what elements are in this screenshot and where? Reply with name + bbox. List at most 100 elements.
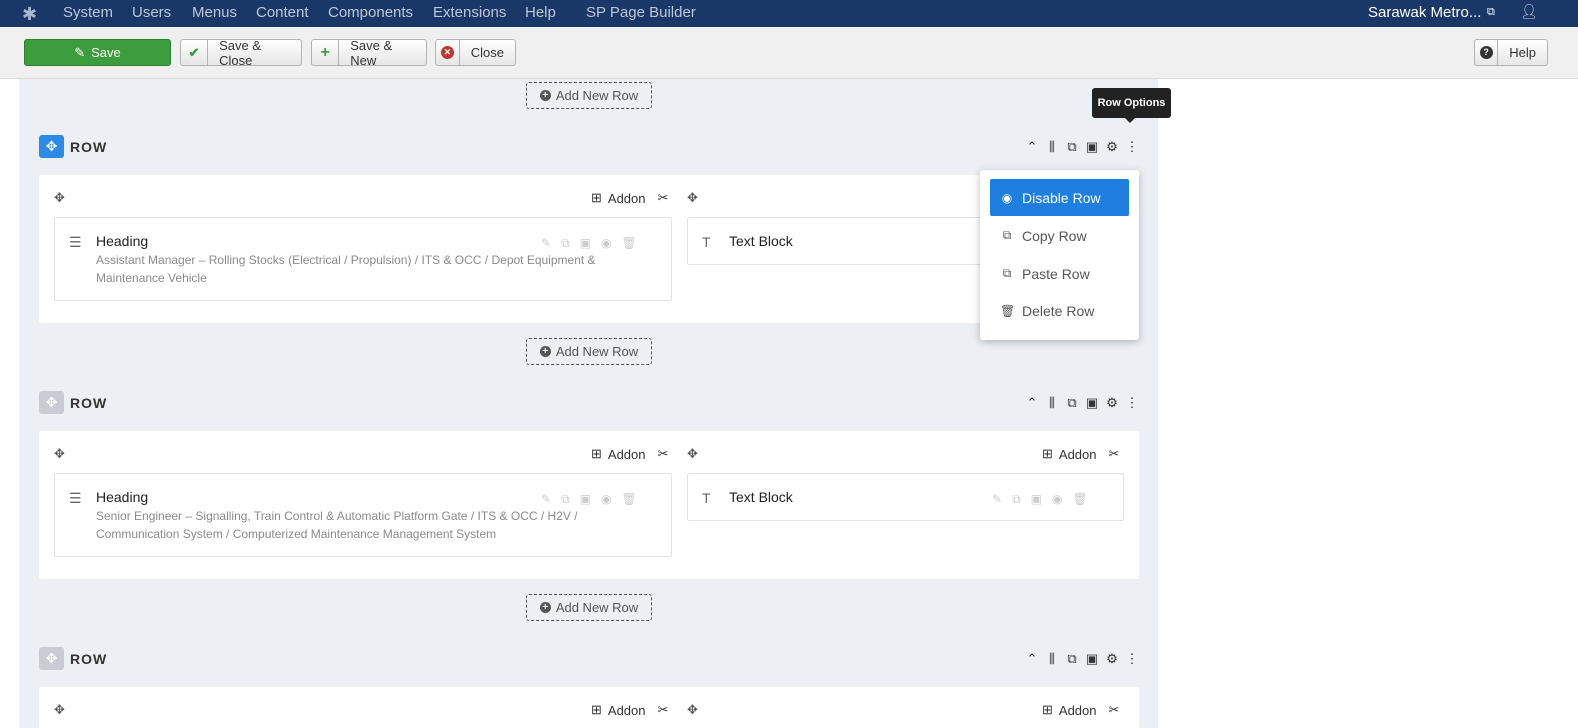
move-icon[interactable]: ✥ bbox=[39, 391, 64, 414]
tools-icon[interactable]: ✂ bbox=[658, 702, 669, 718]
save-icon[interactable]: ▣ bbox=[1085, 395, 1099, 411]
gear-icon[interactable]: ⚙ bbox=[1105, 395, 1119, 411]
paste-row-item[interactable]: ⧉ Paste Row bbox=[990, 255, 1129, 292]
copy-icon[interactable]: ⧉ bbox=[1065, 395, 1079, 411]
collapse-icon[interactable]: ⌃ bbox=[1025, 395, 1039, 411]
menu-content[interactable]: Content bbox=[256, 4, 309, 21]
save-button[interactable]: ✎ Save bbox=[24, 39, 171, 66]
close-button[interactable]: ✕ Close bbox=[435, 39, 516, 66]
tools-icon[interactable]: ✂ bbox=[1109, 446, 1120, 462]
eye-icon[interactable]: ◉ bbox=[1052, 492, 1062, 507]
external-link-icon[interactable]: ⧉ bbox=[1487, 6, 1495, 19]
add-addon-button[interactable]: ⊞ Addon ✂ bbox=[591, 190, 668, 206]
move-icon[interactable]: ✥ bbox=[687, 446, 698, 462]
column-header: ✥ ⊞ Addon ✂ bbox=[687, 702, 1124, 722]
help-button[interactable]: ? Help bbox=[1474, 39, 1548, 66]
menu-extensions[interactable]: Extensions bbox=[433, 4, 506, 21]
trash-icon[interactable]: 🗑︎ bbox=[621, 492, 636, 507]
add-addon-button[interactable]: ⊞ Addon ✂ bbox=[591, 702, 668, 718]
add-new-row-button[interactable]: + Add New Row bbox=[526, 82, 652, 109]
collapse-icon[interactable]: ⌃ bbox=[1025, 139, 1039, 155]
collapse-icon[interactable]: ⌃ bbox=[1025, 651, 1039, 667]
menu-help[interactable]: Help bbox=[525, 4, 556, 21]
save-icon[interactable]: ▣ bbox=[1085, 139, 1099, 155]
edit-icon[interactable]: ✎ bbox=[541, 236, 551, 251]
move-icon[interactable]: ✥ bbox=[687, 702, 698, 718]
addon-toolbar: ✎ ⧉ ▣ ◉ 🗑︎ bbox=[992, 492, 1088, 507]
trash-icon[interactable]: 🗑︎ bbox=[621, 236, 636, 251]
save-icon[interactable]: ▣ bbox=[580, 236, 591, 251]
plus-circle-icon: + bbox=[539, 90, 551, 101]
save-close-button[interactable]: ✔ Save & Close bbox=[180, 38, 302, 68]
tools-icon[interactable]: ✂ bbox=[1109, 702, 1120, 718]
add-addon-button[interactable]: ⊞ Addon ✂ bbox=[1042, 702, 1119, 718]
row-header: ✥ ROW ⌃ ⫼ ⧉ ▣ ⚙ ⋮ bbox=[39, 647, 1139, 671]
copy-icon[interactable]: ⧉ bbox=[561, 492, 570, 507]
columns-icon[interactable]: ⫼ bbox=[1045, 139, 1059, 155]
edit-icon: ✎ bbox=[74, 44, 86, 60]
row-toolbar: ⌃ ⫼ ⧉ ▣ ⚙ ⋮ bbox=[1025, 139, 1139, 155]
menu-system[interactable]: System bbox=[63, 4, 113, 21]
add-addon-icon: ⊞ bbox=[591, 446, 602, 461]
addon-toolbar: ✎ ⧉ ▣ ◉ 🗑︎ bbox=[541, 492, 637, 507]
disable-row-item[interactable]: ◉ Disable Row bbox=[990, 179, 1129, 216]
row-title: ROW bbox=[70, 139, 108, 155]
plus-circle-icon: + bbox=[539, 602, 551, 613]
menu-menus[interactable]: Menus bbox=[192, 4, 237, 21]
eye-icon[interactable]: ◉ bbox=[601, 492, 611, 507]
kebab-icon[interactable]: ⋮ bbox=[1125, 651, 1139, 667]
gear-icon[interactable]: ⚙ bbox=[1105, 139, 1119, 155]
trash-icon: 🗑︎ bbox=[1000, 303, 1016, 318]
trash-icon[interactable]: 🗑︎ bbox=[1072, 492, 1087, 507]
close-circle-icon: ✕ bbox=[436, 40, 460, 65]
move-icon[interactable]: ✥ bbox=[54, 190, 65, 206]
row-body: ✥ ⊞ Addon ✂ ✥ ⊞ Addon ✂ ☰ Heading Senior Eng… bbox=[39, 431, 1139, 579]
save-new-button[interactable]: + Save & New bbox=[311, 38, 427, 68]
move-icon[interactable]: ✥ bbox=[687, 190, 698, 206]
move-icon[interactable]: ✥ bbox=[39, 647, 64, 670]
menu-users[interactable]: Users bbox=[132, 4, 171, 21]
add-new-row-button[interactable]: + Add New Row bbox=[526, 338, 652, 365]
eye-icon[interactable]: ◉ bbox=[601, 236, 611, 251]
edit-icon[interactable]: ✎ bbox=[992, 492, 1002, 507]
row-options-tooltip: Row Options bbox=[1092, 88, 1171, 123]
copy-icon[interactable]: ⧉ bbox=[1065, 651, 1079, 667]
delete-row-item[interactable]: 🗑︎ Delete Row bbox=[990, 292, 1129, 329]
add-new-row-button[interactable]: + Add New Row bbox=[526, 594, 652, 621]
gear-icon[interactable]: ⚙ bbox=[1105, 651, 1119, 667]
row-body: ✥ ⊞ Addon ✂ ✥ ⊞ Addon ✂ bbox=[39, 687, 1139, 728]
row-title: ROW bbox=[70, 395, 108, 411]
user-icon[interactable]: 👤︎ bbox=[1520, 3, 1538, 20]
text-block-icon: T bbox=[702, 490, 711, 506]
move-icon[interactable]: ✥ bbox=[54, 702, 65, 718]
columns-icon[interactable]: ⫼ bbox=[1045, 651, 1059, 667]
joomla-logo-icon[interactable]: ✱ bbox=[22, 4, 42, 24]
columns-icon[interactable]: ⫼ bbox=[1045, 395, 1059, 411]
copy-icon: ⧉ bbox=[1002, 228, 1012, 242]
tools-icon[interactable]: ✂ bbox=[658, 190, 669, 206]
menu-components[interactable]: Components bbox=[328, 4, 413, 21]
addon-heading[interactable]: ☰ Heading Assistant Manager – Rolling St… bbox=[54, 217, 672, 301]
move-icon[interactable]: ✥ bbox=[39, 135, 64, 158]
site-link[interactable]: Sarawak Metro... bbox=[1368, 4, 1481, 21]
move-icon[interactable]: ✥ bbox=[54, 446, 65, 462]
addon-text-block[interactable]: T Text Block ✎ ⧉ ▣ ◉ 🗑︎ bbox=[687, 473, 1124, 521]
save-icon[interactable]: ▣ bbox=[1031, 492, 1042, 507]
addon-heading[interactable]: ☰ Heading Senior Engineer – Signalling, … bbox=[54, 473, 672, 557]
copy-icon[interactable]: ⧉ bbox=[561, 236, 570, 251]
copy-icon[interactable]: ⧉ bbox=[1012, 492, 1021, 507]
copy-icon[interactable]: ⧉ bbox=[1065, 139, 1079, 155]
add-addon-button[interactable]: ⊞ Addon ✂ bbox=[591, 446, 668, 462]
copy-row-item[interactable]: ⧉ Copy Row bbox=[990, 217, 1129, 254]
save-icon[interactable]: ▣ bbox=[580, 492, 591, 507]
menu-sp-page-builder[interactable]: SP Page Builder bbox=[586, 4, 696, 21]
addon-text-block[interactable]: T Text Block bbox=[687, 217, 987, 265]
add-addon-button[interactable]: ⊞ Addon ✂ bbox=[1042, 446, 1119, 462]
kebab-icon[interactable]: ⋮ bbox=[1125, 139, 1139, 155]
kebab-icon[interactable]: ⋮ bbox=[1125, 395, 1139, 411]
save-icon[interactable]: ▣ bbox=[1085, 651, 1099, 667]
tools-icon[interactable]: ✂ bbox=[658, 446, 669, 462]
row-toolbar: ⌃ ⫼ ⧉ ▣ ⚙ ⋮ bbox=[1025, 395, 1139, 411]
plus-circle-icon: + bbox=[539, 346, 551, 357]
edit-icon[interactable]: ✎ bbox=[541, 492, 551, 507]
